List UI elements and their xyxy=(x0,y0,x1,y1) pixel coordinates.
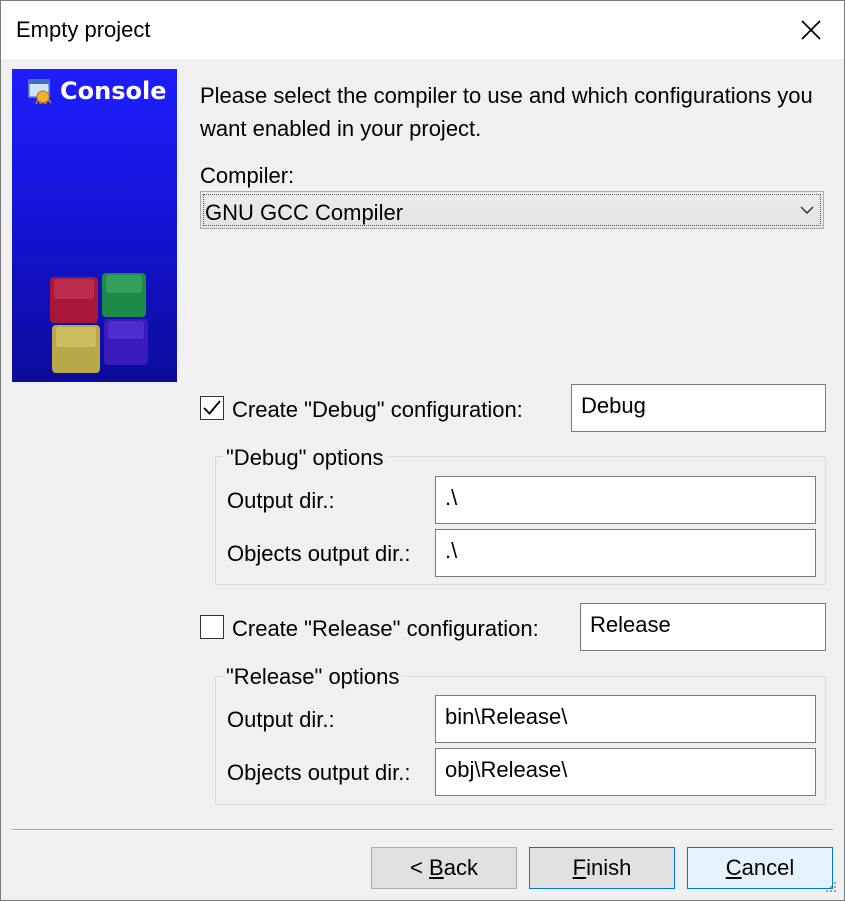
debug-checkbox-label[interactable]: Create "Debug" configuration: xyxy=(232,397,523,423)
release-name-input[interactable]: Release xyxy=(580,603,826,651)
release-checkbox-label[interactable]: Create "Release" configuration: xyxy=(232,616,539,642)
close-button[interactable] xyxy=(778,1,844,59)
intro-text: Please select the compiler to use and wh… xyxy=(200,83,813,141)
release-objects-label: Objects output dir.: xyxy=(227,760,411,785)
compiler-label: Compiler: xyxy=(200,163,295,188)
chevron-down-icon xyxy=(800,206,814,215)
cancel-button-mnemonic: C xyxy=(725,855,742,880)
dialog-window: Empty project Console Please select the … xyxy=(0,0,845,901)
window-title: Empty project xyxy=(16,17,151,42)
debug-name-input[interactable]: Debug xyxy=(571,384,826,432)
resize-grip-icon[interactable] xyxy=(824,880,838,894)
debug-output-dir-input[interactable]: .\ xyxy=(435,476,816,524)
finish-button-rest: inish xyxy=(586,855,632,880)
console-app-icon xyxy=(28,79,52,105)
codeblocks-cube-logo xyxy=(50,273,148,373)
footer-separator xyxy=(12,829,833,831)
finish-button-mnemonic: F xyxy=(572,855,587,880)
debug-objects-label: Objects output dir.: xyxy=(227,541,411,566)
checkmark-icon xyxy=(203,400,221,415)
compiler-select[interactable]: GNU GCC Compiler xyxy=(200,191,824,229)
cancel-button[interactable]: Cancel xyxy=(687,847,833,889)
back-button[interactable]: < Back xyxy=(371,847,517,889)
debug-output-label: Output dir.: xyxy=(227,488,335,513)
debug-options-title: "Debug" options xyxy=(223,445,387,471)
debug-checkbox[interactable] xyxy=(200,396,224,420)
title-bar: Empty project xyxy=(1,1,844,59)
release-checkbox[interactable] xyxy=(200,615,224,639)
debug-objects-dir-input[interactable]: .\ xyxy=(435,529,816,577)
finish-button[interactable]: Finish xyxy=(529,847,675,889)
close-icon xyxy=(801,20,821,40)
back-button-rest: ack xyxy=(443,855,478,880)
banner-label: Console xyxy=(60,77,167,105)
cancel-button-rest: ancel xyxy=(741,855,795,880)
wizard-banner: Console xyxy=(12,69,177,382)
back-button-mnemonic: B xyxy=(429,855,444,880)
release-output-dir-input[interactable]: bin\Release\ xyxy=(435,695,816,743)
banner-title: Console xyxy=(26,77,166,105)
compiler-select-value: GNU GCC Compiler xyxy=(205,200,404,225)
release-options-title: "Release" options xyxy=(223,664,403,690)
release-objects-dir-input[interactable]: obj\Release\ xyxy=(435,748,816,796)
back-button-prefix: < xyxy=(410,855,430,880)
release-output-label: Output dir.: xyxy=(227,707,335,732)
